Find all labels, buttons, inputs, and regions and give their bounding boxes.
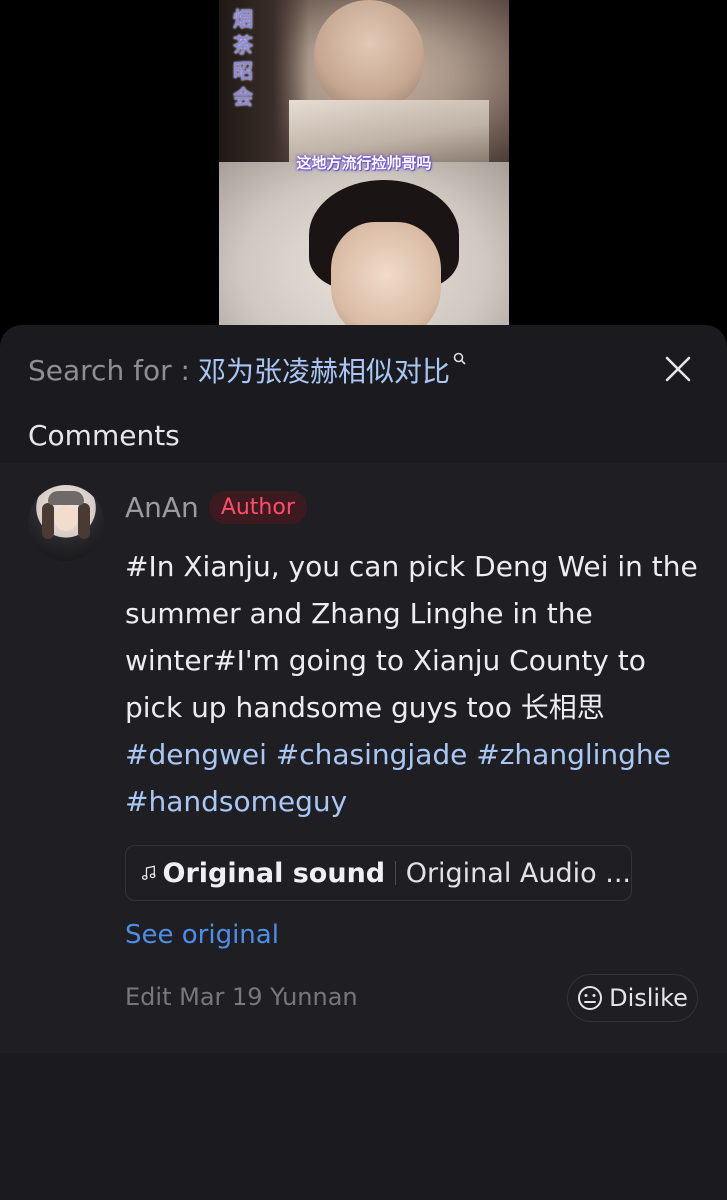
- comment-text: #In Xianju, you can pick Deng Wei in the…: [125, 543, 710, 825]
- dislike-face-icon: [578, 986, 603, 1010]
- sound-divider: [395, 861, 396, 885]
- comment-item: AnAn Author #In Xianju, you can pick Den…: [0, 463, 727, 1053]
- comment-body: #In Xianju, you can pick Deng Wei in the…: [125, 550, 698, 724]
- author-name[interactable]: AnAn: [125, 491, 199, 524]
- dislike-button[interactable]: Dislike: [567, 974, 698, 1022]
- video-subtitle: 这地方流行捡帅哥吗: [296, 154, 432, 172]
- close-icon: [665, 356, 691, 382]
- original-sound-chip[interactable]: Original sound Original Audio ...: [125, 845, 632, 901]
- comment-meta: Edit Mar 19 Yunnan: [125, 983, 358, 1011]
- author-badge: Author: [208, 491, 307, 524]
- search-suggestion[interactable]: Search for : 邓为张凌赫相似对比: [28, 350, 466, 390]
- search-icon: [453, 352, 466, 365]
- video-vertical-title: 烟茶昭会: [233, 7, 253, 109]
- dislike-label: Dislike: [609, 984, 688, 1012]
- video-frame-top: 烟茶昭会: [219, 0, 509, 162]
- sound-audio-title: Original Audio ...: [405, 857, 631, 889]
- author-line: AnAn Author: [125, 491, 307, 524]
- avatar[interactable]: [28, 485, 104, 561]
- comments-title: Comments: [28, 419, 180, 452]
- see-original-link[interactable]: See original: [125, 920, 279, 950]
- sheet-bottom: [0, 1053, 727, 1200]
- comment-hashtags[interactable]: #dengwei #chasingjade #zhanglinghe #hand…: [125, 738, 671, 818]
- comments-sheet: Search for : 邓为张凌赫相似对比 Comments AnAn Aut…: [0, 325, 727, 1200]
- sound-name: Original sound: [162, 857, 386, 889]
- video-player[interactable]: 烟茶昭会 这地方流行捡帅哥吗: [0, 0, 727, 340]
- close-button[interactable]: [658, 349, 698, 389]
- video-thumbnail[interactable]: 烟茶昭会 这地方流行捡帅哥吗: [219, 0, 509, 340]
- video-frame-bottom: [219, 162, 509, 340]
- search-prefix: Search for :: [28, 353, 190, 387]
- search-query-link[interactable]: 邓为张凌赫相似对比: [198, 350, 450, 390]
- music-note-icon: [142, 865, 156, 880]
